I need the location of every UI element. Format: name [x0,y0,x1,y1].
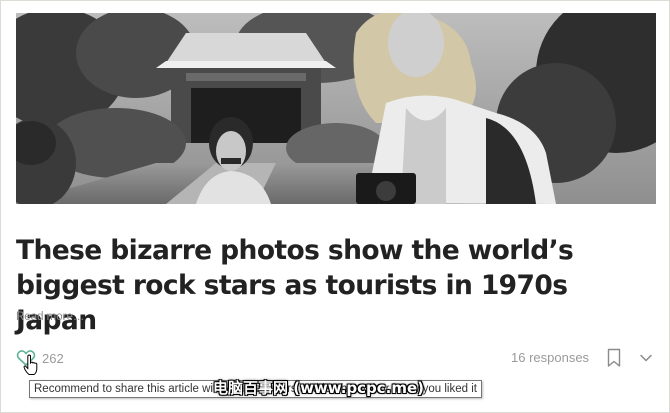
hero-photo [16,13,656,204]
hand-cursor-icon [23,354,38,375]
responses-link[interactable]: 16 responses [511,350,589,365]
chevron-down-icon[interactable] [639,352,653,364]
bookmark-icon[interactable] [606,348,622,368]
recommend-count: 262 [42,350,64,366]
article-title[interactable]: These bizarre photos show the world’s bi… [16,233,656,338]
page: These bizarre photos show the world’s bi… [0,0,670,413]
article-hero-image[interactable] [16,13,656,204]
watermark: 电脑百事网 (www.pcpc.me) [213,379,425,397]
read-more-link[interactable]: Read more… [16,311,84,323]
article-card: These bizarre photos show the world’s bi… [1,1,669,412]
